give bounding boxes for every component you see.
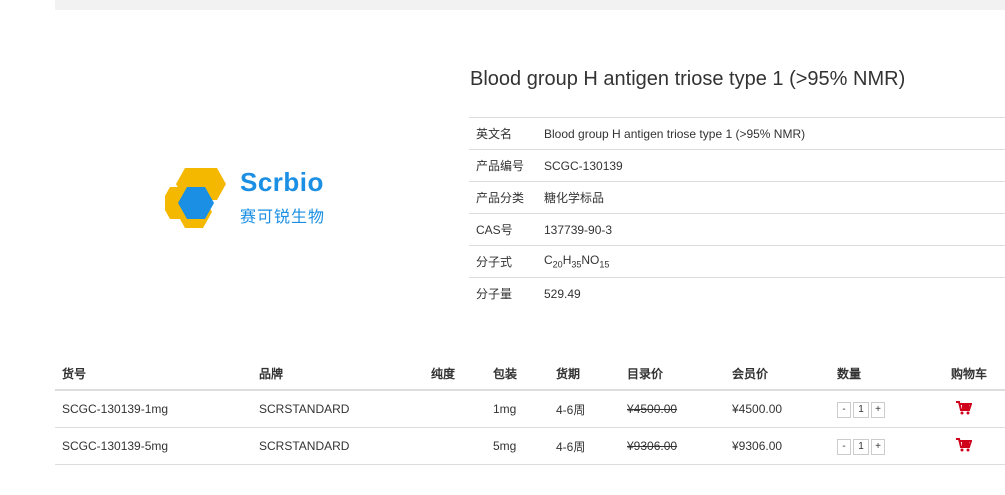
spec-row: 英文名 Blood group H antigen triose type 1 … [469,117,1005,150]
spec-value: 糖化学标品 [537,181,1005,214]
col-header-lead: 货期 [549,357,620,391]
member-price-cell: ¥4500.00 [725,390,830,428]
quantity-stepper: - 1 + [837,401,887,418]
member-price-cell: ¥9306.00 [725,427,830,465]
spec-value: 529.49 [537,277,1005,309]
lead-cell: 4-6周 [549,390,620,428]
list-price-cell: ¥4500.00 [620,390,725,428]
qty-cell: - 1 + [830,427,944,465]
spec-row: CAS号 137739-90-3 [469,213,1005,246]
col-header-brand: 品牌 [252,357,424,391]
col-header-pack: 包装 [486,357,549,391]
pack-cell: 5mg [486,427,549,465]
cart-cell [944,427,1005,465]
table-row: SCGC-130139-5mg SCRSTANDARD 5mg 4-6周 ¥93… [55,427,1005,465]
qty-input[interactable]: 1 [853,438,869,455]
brand-cell: SCRSTANDARD [252,390,424,428]
col-header-purity: 纯度 [424,357,486,391]
list-price-cell: ¥9306.00 [620,427,725,465]
logo-text: Scrbio [240,167,324,197]
cart-cell [944,390,1005,428]
product-variants-table: 货号 品牌 纯度 包装 货期 目录价 会员价 数量 购物车 SCGC-13013… [55,357,1005,465]
lead-cell: 4-6周 [549,427,620,465]
col-header-list-price: 目录价 [620,357,725,391]
qty-plus-button[interactable]: + [871,401,885,418]
qty-input[interactable]: 1 [853,401,869,418]
spec-row: 分子量 529.49 [469,277,1005,309]
qty-minus-button[interactable]: - [837,438,851,455]
spec-key: 分子量 [469,277,537,309]
sku-cell: SCGC-130139-1mg [55,390,252,428]
quantity-stepper: - 1 + [837,438,887,455]
logo-subtext: 赛可锐生物 [240,209,326,226]
table-header: 货号 品牌 纯度 包装 货期 目录价 会员价 数量 购物车 [55,357,1005,391]
qty-minus-button[interactable]: - [837,401,851,418]
spec-key: 产品分类 [469,181,537,214]
spec-key: 英文名 [469,117,537,150]
product-title: Blood group H antigen triose type 1 (>95… [470,68,906,90]
brand-logo: Scrbio 赛可锐生物 [161,165,345,231]
spec-value: Blood group H antigen triose type 1 (>95… [537,117,1005,150]
spec-value: 137739-90-3 [537,213,1005,246]
col-header-qty: 数量 [830,357,944,391]
spec-key: CAS号 [469,213,537,246]
spec-row: 产品分类 糖化学标品 [469,181,1005,214]
brand-cell: SCRSTANDARD [252,427,424,465]
qty-plus-button[interactable]: + [871,438,885,455]
col-header-member-price: 会员价 [725,357,830,391]
spec-table: 英文名 Blood group H antigen triose type 1 … [469,117,1005,309]
cart-icon[interactable] [956,437,972,452]
cart-icon[interactable] [956,400,972,415]
spec-row: 分子式 C20H35NO15 [469,245,1005,278]
spec-key: 分子式 [469,245,537,278]
purity-cell [424,427,486,465]
table-row: SCGC-130139-1mg SCRSTANDARD 1mg 4-6周 ¥45… [55,390,1005,428]
spec-key: 产品编号 [469,149,537,182]
col-header-cart: 购物车 [944,357,1005,391]
pack-cell: 1mg [486,390,549,428]
qty-cell: - 1 + [830,390,944,428]
purity-cell [424,390,486,428]
spec-row: 产品编号 SCGC-130139 [469,149,1005,182]
logo-hexagons-icon [161,168,226,228]
spec-value: SCGC-130139 [537,149,1005,182]
sku-cell: SCGC-130139-5mg [55,427,252,465]
spec-formula: C20H35NO15 [537,245,1005,278]
top-bar [55,0,1005,10]
col-header-sku: 货号 [55,357,252,391]
